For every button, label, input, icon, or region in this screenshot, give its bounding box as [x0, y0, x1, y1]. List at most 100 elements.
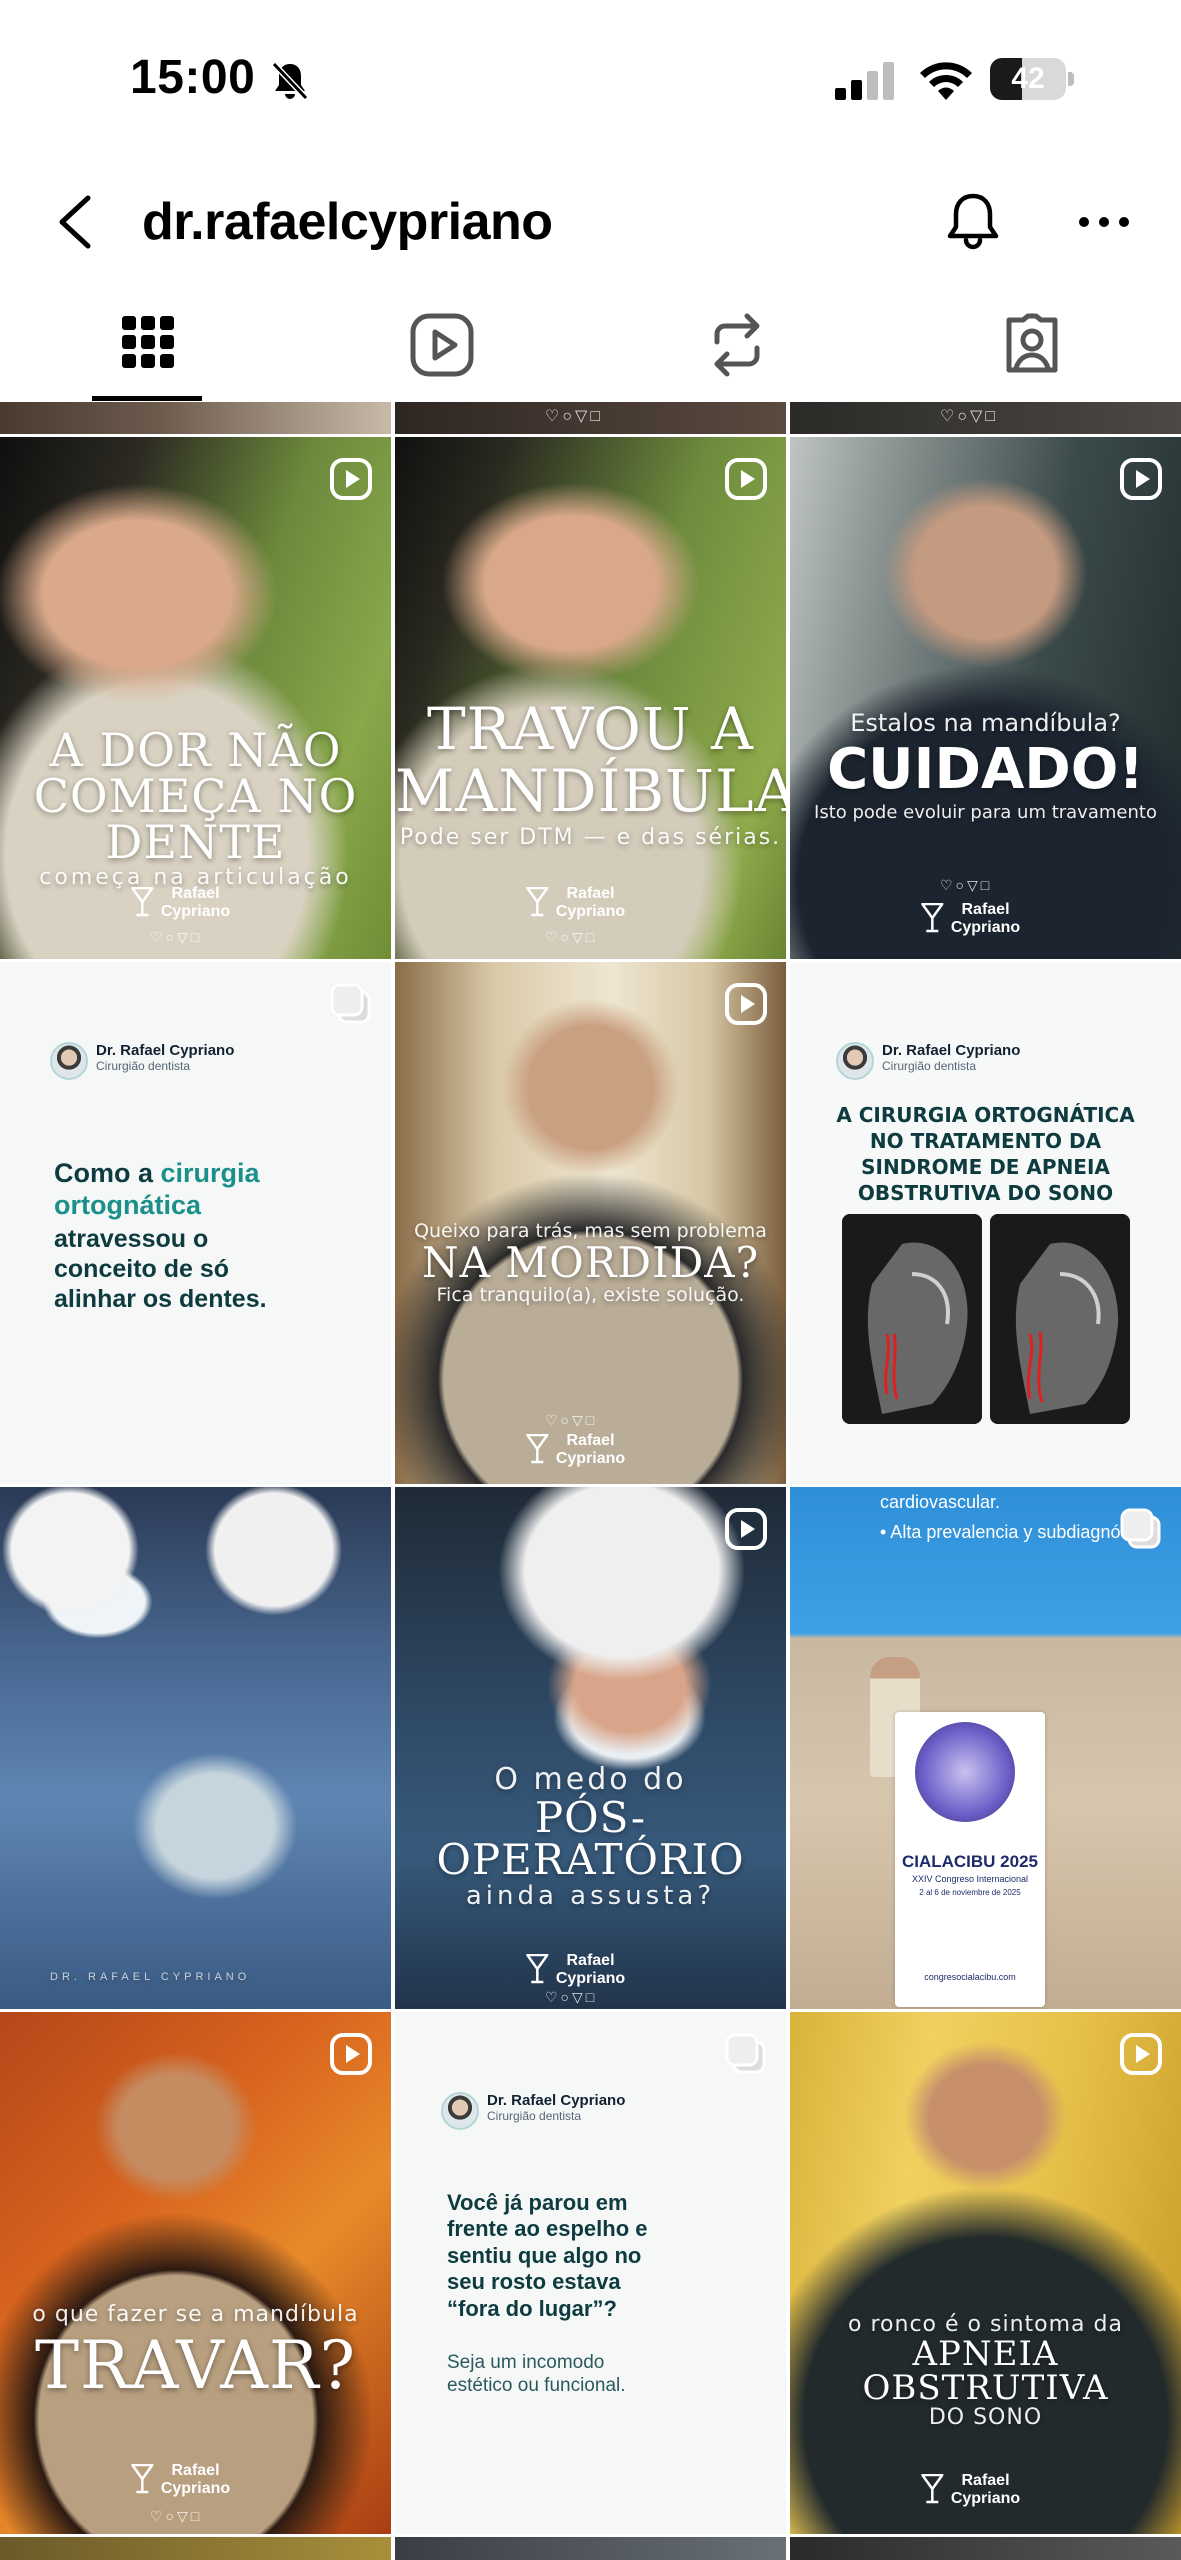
reel-icon: [725, 983, 767, 1025]
post-partial-1[interactable]: [0, 402, 391, 434]
more-options-icon[interactable]: [1074, 212, 1134, 232]
post-carousel-3[interactable]: Dr. Rafael Cypriano Cirurgião dentista V…: [395, 2012, 786, 2534]
overlay-line-2: CUIDADO!: [827, 737, 1144, 802]
doctor-name: Dr. Rafael Cypriano: [487, 2092, 626, 2109]
post-partial-next-3[interactable]: [790, 2537, 1181, 2560]
wifi-icon: [920, 62, 972, 100]
overlay-line-3: Fica tranquilo(a), existe solução.: [436, 1284, 745, 1306]
overlay-line-2: NA MORDIDA?: [421, 1238, 760, 1287]
post-subheadline: atravessou o conceito de só alinhar os d…: [54, 1225, 267, 1313]
brand-logo: Rafael Cypriano: [525, 885, 625, 921]
battery-indicator: 42: [990, 58, 1074, 100]
engagement-icons: ♡○▽□: [545, 408, 603, 425]
grid-icon: [122, 316, 174, 368]
reel-icon: [1120, 2033, 1162, 2075]
overlay-line-3: Isto pode evoluir para um travamento: [814, 802, 1157, 823]
carousel-icon: [1120, 1508, 1161, 1549]
overlay-line-1: A DOR NÃO: [49, 723, 342, 777]
overlay-line-2: COMEÇA NO DENTE: [33, 769, 358, 869]
xray-image-before: [842, 1214, 982, 1424]
doctor-name: Dr. Rafael Cypriano: [882, 1042, 1021, 1059]
doctor-role: Cirurgião dentista: [96, 1059, 191, 1073]
brand-logo: Rafael Cypriano: [525, 1952, 625, 1988]
doctor-role: Cirurgião dentista: [487, 2109, 582, 2123]
overlay-line-2: MANDÍBULA?: [395, 757, 786, 825]
battery-percent: 42: [1011, 62, 1045, 95]
post-carousel-2[interactable]: Dr. Rafael Cypriano Cirurgião dentista A…: [790, 962, 1181, 1484]
reels-icon: [410, 313, 474, 377]
reel-icon: [1120, 458, 1162, 500]
brand-logo: Rafael Cypriano: [920, 901, 1020, 937]
post-headline: A CIRURGIA ORTOGNÁTICA NO TRATAMENTO DA …: [836, 1103, 1135, 1205]
engagement-icons: ♡○▽□: [150, 929, 203, 945]
doctor-avatar: [441, 2092, 479, 2130]
overlay-line-2: APNEIA OBSTRUTIVA: [862, 2334, 1109, 2408]
congress-banner: CIALACIBU 2025 XXIV Congreso Internacion…: [895, 1712, 1045, 2007]
doctor-avatar: [50, 1042, 88, 1080]
post-carousel-congress[interactable]: cardiovascular. • Alta prevalencia y sub…: [790, 1487, 1181, 2009]
carousel-icon: [725, 2033, 766, 2074]
notification-bell-icon[interactable]: [940, 188, 1006, 256]
engagement-icons: ♡○▽□: [940, 877, 993, 893]
tab-reposts[interactable]: [590, 290, 885, 402]
engagement-icons: ♡○▽□: [940, 408, 998, 425]
posts-grid: ♡○▽□ ♡○▽□ A DOR NÃO COMEÇA NO DENTE come…: [0, 402, 1181, 2560]
tab-grid[interactable]: [0, 290, 295, 402]
overlay-line-3: DO SONO: [928, 2405, 1043, 2430]
brand-logo: Rafael Cypriano: [130, 2462, 230, 2498]
post-subheadline: Seja um incomodo estético ou funcional.: [447, 2352, 626, 2396]
overlay-line-3: Pode ser DTM — e das sérias.: [399, 825, 782, 850]
overlay-line-1: O medo do: [494, 1762, 687, 1797]
post-photo-surgery[interactable]: DR. RAFAEL CYPRIANO: [0, 1487, 391, 2009]
status-bar: 15:00 42: [0, 0, 1181, 150]
slide-text: cardiovascular. • Alta prevalencia y sub…: [880, 1492, 1130, 1542]
reposts-icon: [714, 313, 760, 377]
reel-icon: [725, 1508, 767, 1550]
xray-image-after: [990, 1214, 1130, 1424]
reel-icon: [330, 458, 372, 500]
overlay-line-1: o que fazer se a mandíbula: [32, 2302, 359, 2327]
post-partial-next-1[interactable]: [0, 2537, 391, 2560]
doctor-role: Cirurgião dentista: [882, 1059, 977, 1073]
tab-tagged[interactable]: [885, 290, 1180, 402]
brand-logo: Rafael Cypriano: [130, 885, 230, 921]
carousel-icon: [330, 983, 371, 1024]
post-headline: Como a cirurgia ortognática: [54, 1158, 260, 1221]
post-partial-3[interactable]: ♡○▽□: [790, 402, 1181, 434]
tab-reels[interactable]: [295, 290, 590, 402]
bell-off-icon: [271, 61, 309, 101]
post-reel-6[interactable]: o que fazer se a mandíbula TRAVAR? Rafae…: [0, 2012, 391, 2534]
post-reel-1[interactable]: A DOR NÃO COMEÇA NO DENTE começa na arti…: [0, 437, 391, 959]
post-partial-2[interactable]: ♡○▽□: [395, 402, 786, 434]
brand-logo: Rafael Cypriano: [525, 1432, 625, 1468]
back-arrow-icon[interactable]: [48, 190, 108, 254]
watermark-text: DR. RAFAEL CYPRIANO: [50, 1971, 251, 1983]
profile-tabs: [0, 290, 1181, 402]
engagement-icons: ♡○▽□: [150, 2508, 203, 2524]
overlay-line-2: PÓS-OPERATÓRIO: [436, 1793, 745, 1884]
engagement-icons: ♡○▽□: [545, 1989, 598, 2005]
status-time: 15:00: [130, 51, 256, 104]
reel-icon: [330, 2033, 372, 2075]
doctor-avatar: [836, 1042, 874, 1080]
overlay-line-1: TRAVOU A: [427, 695, 754, 763]
post-carousel-1[interactable]: Dr. Rafael Cypriano Cirurgião dentista C…: [0, 962, 391, 1484]
post-reel-2[interactable]: TRAVOU A MANDÍBULA? Pode ser DTM — e das…: [395, 437, 786, 959]
post-partial-next-2[interactable]: [395, 2537, 786, 2560]
active-tab-indicator: [92, 396, 202, 401]
cellular-signal-icon: [835, 62, 894, 100]
post-headline: Você já parou em frente ao espelho e sen…: [447, 2190, 648, 2321]
engagement-icons: ♡○▽□: [545, 929, 598, 945]
profile-username: dr.rafaelcypriano: [142, 193, 553, 251]
post-reel-7[interactable]: o ronco é o sintoma da APNEIA OBSTRUTIVA…: [790, 2012, 1181, 2534]
tagged-icon: [1006, 313, 1058, 373]
post-reel-4[interactable]: Queixo para trás, mas sem problema NA MO…: [395, 962, 786, 1484]
doctor-name: Dr. Rafael Cypriano: [96, 1042, 235, 1059]
profile-header: dr.rafaelcypriano: [0, 150, 1181, 290]
post-reel-5[interactable]: O medo do PÓS-OPERATÓRIO ainda assusta? …: [395, 1487, 786, 2009]
overlay-line-3: ainda assusta?: [465, 1881, 716, 1911]
overlay-line-1: Estalos na mandíbula?: [850, 709, 1121, 737]
post-reel-3[interactable]: Estalos na mandíbula? CUIDADO! Isto pode…: [790, 437, 1181, 959]
overlay-line-1: Queixo para trás, mas sem problema: [414, 1220, 767, 1242]
engagement-icons: ♡○▽□: [545, 1412, 598, 1428]
